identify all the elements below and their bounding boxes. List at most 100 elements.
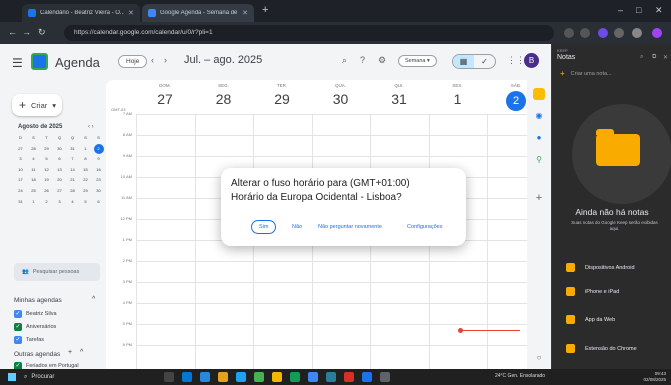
app-icon[interactable] bbox=[362, 372, 372, 382]
minimize-button[interactable]: – bbox=[618, 5, 623, 15]
app-icon[interactable] bbox=[200, 372, 210, 382]
open-new-icon[interactable]: ⧉ bbox=[652, 54, 656, 61]
expand-panel-icon[interactable]: ○ bbox=[533, 352, 545, 364]
close-icon[interactable]: ✕ bbox=[663, 54, 668, 61]
mini-calendar-day[interactable]: 29 bbox=[40, 144, 53, 155]
mini-calendar-day[interactable]: 5 bbox=[40, 154, 53, 165]
sidepanel-icon[interactable] bbox=[632, 28, 642, 38]
mini-calendar-day[interactable]: 21 bbox=[66, 175, 79, 186]
extension-icon[interactable] bbox=[564, 28, 574, 38]
mini-calendar-day[interactable]: 30 bbox=[53, 144, 66, 155]
app-link-chrome[interactable]: Extensão do Chrome bbox=[566, 344, 637, 353]
app-icon[interactable] bbox=[218, 372, 228, 382]
mini-calendar-day[interactable]: 25 bbox=[27, 186, 40, 197]
mini-calendar-nav[interactable]: ‹ › bbox=[88, 124, 94, 130]
address-bar[interactable]: https://calendar.google.com/calendar/u/0… bbox=[64, 25, 554, 41]
other-calendars-title[interactable]: Outras agendas bbox=[14, 351, 60, 358]
mini-calendar-day[interactable]: 13 bbox=[53, 165, 66, 176]
checkbox-icon[interactable]: ✓ bbox=[14, 323, 22, 331]
checkbox-icon[interactable]: ✓ bbox=[14, 362, 22, 369]
today-button[interactable]: Hoje bbox=[118, 55, 148, 68]
mini-calendar-day[interactable]: 27 bbox=[53, 186, 66, 197]
day-number[interactable]: 1 bbox=[429, 91, 487, 107]
app-link-web[interactable]: App da Web bbox=[566, 315, 615, 324]
checkbox-icon[interactable]: ✓ bbox=[14, 310, 22, 318]
app-icon[interactable] bbox=[290, 372, 300, 382]
mini-calendar-day[interactable]: 1 bbox=[79, 144, 92, 155]
app-link-android[interactable]: Dispositivos Android bbox=[566, 263, 635, 272]
keep-icon[interactable] bbox=[533, 88, 545, 100]
settings-gear-icon[interactable]: ⚙ bbox=[378, 55, 386, 66]
mini-calendar-day[interactable]: 9 bbox=[92, 154, 105, 165]
maximize-button[interactable]: □ bbox=[636, 5, 641, 15]
chrome-icon[interactable] bbox=[308, 372, 318, 382]
browser-tab-active[interactable]: Google Agenda - Semana de 2... ✕ bbox=[142, 4, 254, 22]
create-button[interactable]: + Criar ▾ bbox=[12, 94, 62, 116]
app-icon[interactable] bbox=[344, 372, 354, 382]
my-calendars-title[interactable]: Minhas agendas bbox=[14, 297, 62, 304]
mini-calendar-day[interactable]: 14 bbox=[66, 165, 79, 176]
mini-calendar-day[interactable]: 16 bbox=[92, 165, 105, 176]
mini-calendar-day[interactable]: 27 bbox=[14, 144, 27, 155]
mini-calendar-day[interactable]: 12 bbox=[40, 165, 53, 176]
app-icon[interactable] bbox=[236, 372, 246, 382]
previous-week-icon[interactable]: ‹ bbox=[151, 55, 154, 65]
next-week-icon[interactable]: › bbox=[164, 55, 167, 65]
mini-calendar-day[interactable]: 23 bbox=[92, 175, 105, 186]
contacts-icon[interactable]: ● bbox=[533, 132, 545, 144]
today-day-number[interactable]: 2 bbox=[506, 91, 526, 111]
mini-calendar-day[interactable]: 8 bbox=[79, 154, 92, 165]
calendar-item[interactable]: ✓ Feriados em Portugal bbox=[14, 362, 79, 369]
day-number[interactable]: 31 bbox=[370, 91, 428, 107]
app-icon[interactable] bbox=[380, 372, 390, 382]
app-link-ios[interactable]: iPhone e iPad bbox=[566, 287, 619, 296]
app-icon[interactable] bbox=[254, 372, 264, 382]
add-calendar-icon[interactable]: + bbox=[68, 349, 72, 356]
mini-calendar-day[interactable]: 28 bbox=[27, 144, 40, 155]
search-icon[interactable]: ⌕ bbox=[342, 55, 347, 66]
mini-calendar-day[interactable]: 28 bbox=[66, 186, 79, 197]
mini-calendar-day[interactable]: 29 bbox=[79, 186, 92, 197]
mini-calendar-day[interactable]: 30 bbox=[92, 186, 105, 197]
tasks-view-icon[interactable]: ✓ bbox=[474, 55, 495, 68]
forward-icon[interactable]: → bbox=[22, 27, 31, 37]
mini-calendar-day[interactable]: 2 bbox=[93, 143, 104, 154]
mini-calendar-day[interactable]: 6 bbox=[53, 154, 66, 165]
day-number[interactable]: 27 bbox=[136, 91, 194, 107]
close-window-button[interactable]: ✕ bbox=[655, 5, 663, 16]
mini-calendar-day[interactable]: 26 bbox=[40, 186, 53, 197]
mini-calendar-day[interactable]: 2 bbox=[40, 197, 53, 208]
star-icon[interactable] bbox=[580, 28, 590, 38]
search-people-input[interactable]: 👥 Pesquisar pessoas bbox=[14, 263, 100, 281]
mini-calendar-day[interactable]: 24 bbox=[14, 186, 27, 197]
profile-icon[interactable] bbox=[652, 28, 662, 38]
extension-icon[interactable] bbox=[598, 28, 608, 38]
calendar-item[interactable]: ✓ Tarefas bbox=[14, 336, 44, 344]
calendar-view-icon[interactable]: ▦ bbox=[453, 55, 474, 68]
mini-calendar-day[interactable]: 3 bbox=[14, 154, 27, 165]
add-addon-icon[interactable]: + bbox=[533, 192, 545, 204]
clock[interactable]: 09:43 02/08/2025 bbox=[640, 371, 666, 383]
mini-calendar-day[interactable]: 4 bbox=[27, 154, 40, 165]
mini-calendar-day[interactable]: 18 bbox=[27, 175, 40, 186]
mini-calendar-day[interactable]: 3 bbox=[53, 197, 66, 208]
avatar[interactable]: B bbox=[524, 53, 539, 68]
app-icon[interactable] bbox=[182, 372, 192, 382]
view-select[interactable]: Semana ▾ bbox=[398, 55, 437, 67]
mini-calendar-day[interactable]: 22 bbox=[79, 175, 92, 186]
mini-calendar-day[interactable]: 10 bbox=[14, 165, 27, 176]
extension-icon[interactable] bbox=[614, 28, 624, 38]
maps-icon[interactable]: ⚲ bbox=[533, 154, 545, 166]
no-button[interactable]: Não bbox=[292, 224, 302, 230]
apps-grid-icon[interactable]: ⋮⋮ bbox=[507, 55, 525, 66]
settings-button[interactable]: Configurações bbox=[407, 224, 442, 230]
mini-calendar-day[interactable]: 31 bbox=[66, 144, 79, 155]
mini-calendar-day[interactable]: 7 bbox=[66, 154, 79, 165]
chevron-up-icon[interactable]: ^ bbox=[92, 296, 95, 303]
mini-calendar-day[interactable]: 5 bbox=[79, 197, 92, 208]
mini-calendar-day[interactable]: 19 bbox=[40, 175, 53, 186]
mini-calendar-day[interactable]: 17 bbox=[14, 175, 27, 186]
app-icon[interactable] bbox=[272, 372, 282, 382]
mini-calendar-day[interactable]: 4 bbox=[66, 197, 79, 208]
chevron-up-icon[interactable]: ^ bbox=[80, 349, 83, 356]
